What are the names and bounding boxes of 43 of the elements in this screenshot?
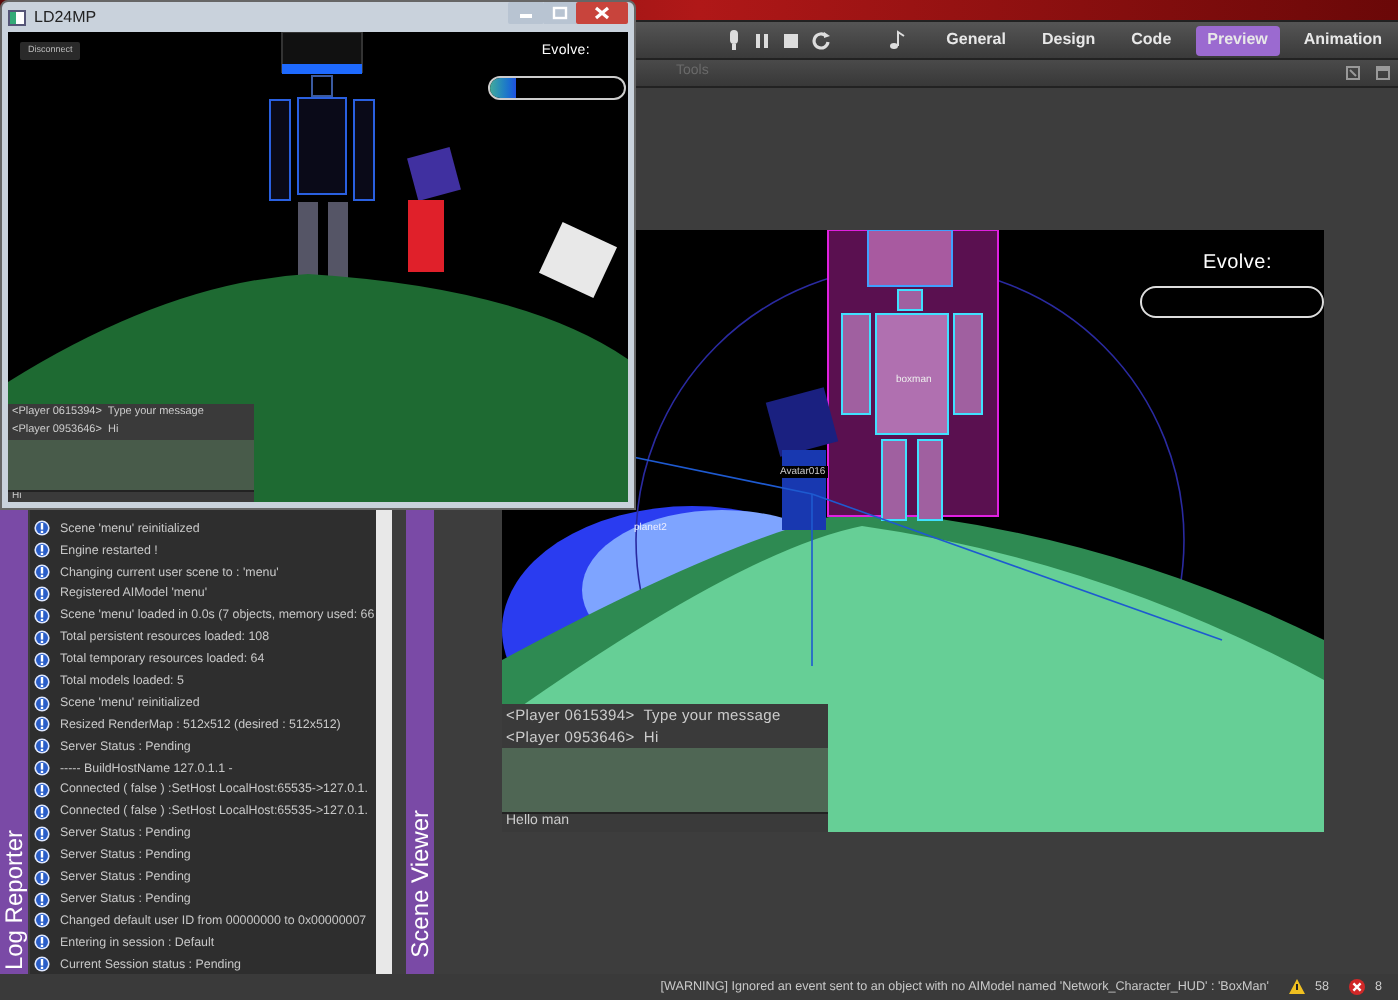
app-icon (8, 9, 26, 25)
pause-icon[interactable] (754, 31, 771, 49)
info-icon (34, 760, 50, 777)
info-icon (34, 564, 50, 581)
info-icon (34, 608, 50, 624)
scrollbar[interactable] (376, 510, 392, 974)
info-icon (34, 782, 50, 799)
info-icon (34, 825, 50, 842)
info-icon (34, 542, 50, 559)
info-icon (34, 738, 50, 755)
tab[interactable]: General (934, 25, 1018, 55)
warning-icon (1288, 978, 1307, 996)
microphone-icon[interactable] (726, 30, 743, 50)
info-icon (34, 891, 50, 908)
info-icon (34, 912, 50, 929)
info-icon (34, 804, 50, 821)
info-icon (34, 716, 50, 733)
info-icon (34, 934, 50, 951)
window-icon[interactable] (1346, 66, 1360, 80)
info-icon (34, 956, 50, 973)
error-icon (1348, 978, 1367, 996)
panel-tab[interactable]: Scene Viewer (406, 510, 434, 974)
avatar-drawing (765, 387, 839, 530)
window-title: LD24MP (34, 5, 97, 29)
refresh-icon[interactable] (812, 30, 833, 50)
tab[interactable]: Design (1029, 25, 1108, 55)
info-icon (34, 651, 50, 668)
info-icon (34, 629, 50, 646)
info-icon (34, 586, 50, 603)
info-icon (34, 673, 50, 690)
music-note-icon[interactable] (888, 30, 907, 50)
info-icon (34, 520, 50, 537)
close-icon[interactable] (576, 2, 628, 24)
tab[interactable]: Animation (1291, 25, 1394, 55)
evolve-label: Evolve: (1202, 250, 1272, 278)
info-icon (34, 695, 50, 712)
panel-tab[interactable]: Log Reporter (0, 510, 28, 974)
info-icon (34, 869, 50, 886)
avatar-drawing (407, 147, 461, 272)
window-icon[interactable] (1376, 66, 1390, 80)
info-icon (34, 847, 50, 864)
tab[interactable]: Code (1119, 25, 1184, 55)
stop-icon[interactable] (782, 31, 801, 49)
